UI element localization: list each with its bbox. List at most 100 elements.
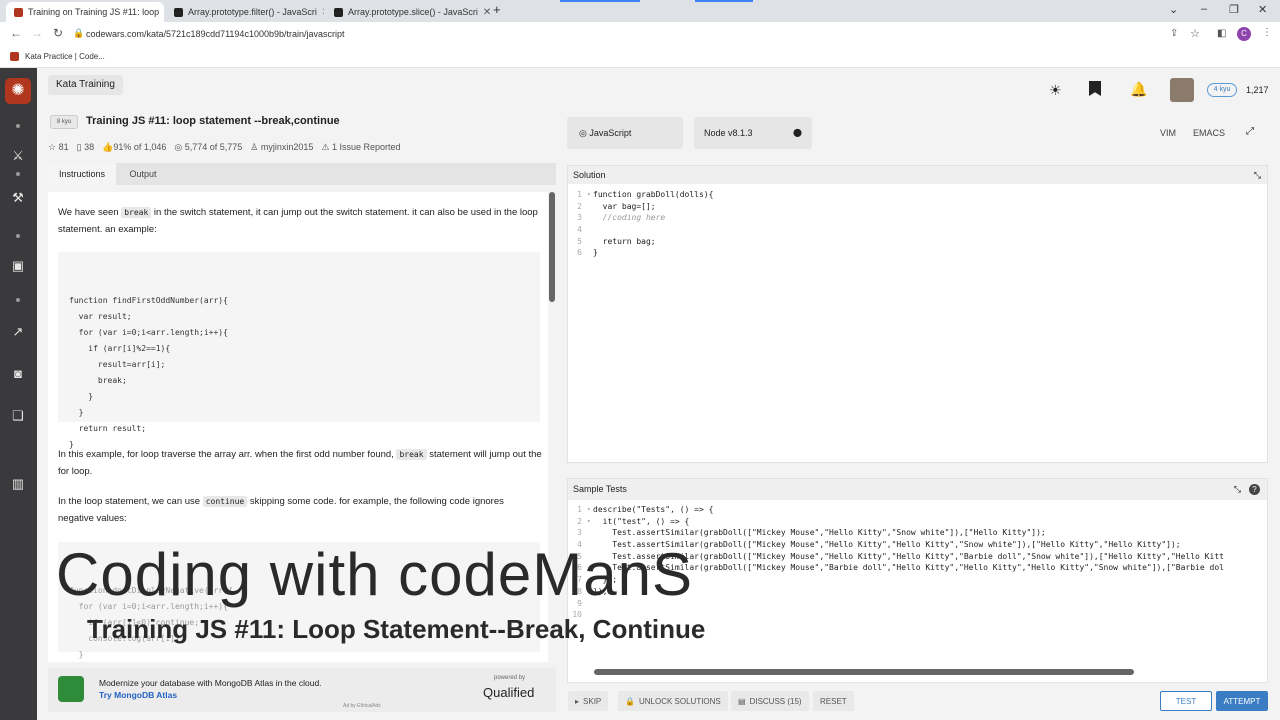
star-icon: ☆ [48, 142, 57, 152]
reset-button[interactable]: RESET [813, 691, 854, 711]
tab-title: Array.prototype.slice() - JavaScri [348, 7, 478, 17]
author-stat[interactable]: ♙ myjinxin2015 [250, 142, 313, 153]
maximize-icon[interactable]: ❐ [1229, 3, 1239, 16]
ad-link[interactable]: Try MongoDB Atlas [99, 690, 177, 700]
loading-indicator [560, 0, 640, 2]
discuss-button[interactable]: ▤ DISCUSS (15) [731, 691, 809, 711]
new-tab-icon[interactable]: + [493, 2, 501, 17]
training-icon[interactable]: ⚔ [9, 148, 27, 164]
back-icon[interactable]: ← [10, 26, 22, 40]
notifications-bell-icon[interactable]: 🔔 [1130, 81, 1147, 98]
lock-icon[interactable]: 🔒 [73, 28, 84, 39]
browser-tab[interactable]: Array.prototype.slice() - JavaScri ✕ [326, 2, 490, 22]
mongodb-logo-icon [58, 676, 84, 702]
discussion-icon[interactable]: ❏ [9, 408, 27, 424]
test-button[interactable]: TEST [1160, 691, 1212, 711]
code-line: 5 return bag; [577, 236, 656, 246]
honor-count: 1,217 [1246, 85, 1269, 95]
qualified-logo[interactable]: Qualified [483, 685, 534, 700]
reload-icon[interactable]: ↻ [53, 26, 63, 40]
tab-output[interactable]: Output [120, 163, 166, 185]
profile-avatar[interactable]: C [1237, 27, 1251, 41]
close-tab-icon[interactable]: ✕ [322, 7, 324, 18]
address-bar: ← → ↻ 🔒 codewars.com/kata/5721c189cdd711… [0, 22, 1280, 46]
share-icon[interactable]: ⇪ [1170, 28, 1178, 39]
instructions-paragraph: In the loop statement, we can use contin… [58, 496, 504, 524]
horizontal-scrollbar[interactable] [594, 669, 1134, 675]
theme-sun-icon[interactable]: ☀ [1049, 82, 1062, 99]
skip-icon: ▸ [575, 696, 580, 706]
discord-icon[interactable]: ◙ [9, 366, 27, 381]
bookmark-star-icon[interactable]: ☆ [1190, 27, 1200, 40]
forward-icon[interactable]: → [31, 26, 43, 40]
language-icon: ◎ [579, 128, 587, 138]
rank-badge: 4 kyu [1207, 83, 1237, 97]
ad-banner: Modernize your database with MongoDB Atl… [48, 668, 556, 712]
emacs-toggle[interactable]: EMACS [1193, 128, 1225, 138]
code-line: 6} [577, 248, 598, 258]
solution-label: Solution [573, 170, 606, 180]
unlock-solutions-button[interactable]: 🔒 UNLOCK SOLUTIONS [618, 691, 728, 711]
ethicalads-label[interactable]: Ad by EthicalAds [343, 703, 381, 709]
solution-code[interactable]: 1 ▾ function grabDoll(dolls){ 2 var bag=[]… [568, 189, 1267, 259]
kata-stats: ☆ 81 ▯ 38 👍91% of 1,046 ◎ 5,774 of 5,775… [48, 142, 401, 153]
vim-toggle[interactable]: VIM [1160, 128, 1176, 138]
practice-icon[interactable]: ⚒ [9, 190, 27, 206]
code-line: 2 ▾ it("test", () => { [577, 516, 690, 526]
user-icon: ♙ [250, 142, 259, 152]
page-section-label: Kata Training [48, 75, 123, 95]
browser-tab[interactable]: Array.prototype.filter() - JavaScri ✕ [166, 2, 324, 22]
code-line: 4 [577, 225, 582, 235]
fullscreen-icon[interactable]: ⤡ [1254, 166, 1261, 184]
docs-icon[interactable]: ▥ [9, 476, 27, 492]
browser-tab-active[interactable]: Training on Training JS #11: loop ✕ [6, 2, 164, 22]
tab-instructions[interactable]: Instructions [48, 163, 116, 185]
separator-dot [16, 298, 20, 302]
fullscreen-icon[interactable]: ⤡ [1234, 479, 1241, 500]
expand-icon[interactable]: ⤢ [1246, 126, 1254, 137]
powered-by-label: powered by [494, 675, 526, 681]
leaderboard-icon[interactable]: ↗ [9, 324, 27, 340]
close-tab-icon[interactable]: ✕ [483, 7, 490, 18]
codewars-favicon-icon [10, 52, 19, 61]
bookmarks-stat[interactable]: ▯ 38 [77, 142, 94, 153]
language-selector[interactable]: ◎ JavaScript [567, 117, 683, 149]
issues-stat[interactable]: ⚠ 1 Issue Reported [321, 142, 400, 153]
overlay-subtitle: Training JS #11: Loop Statement--Break, … [87, 614, 706, 644]
tab-title: Array.prototype.filter() - JavaScri [188, 7, 317, 17]
thumbs-up-icon: 👍 [102, 142, 114, 152]
help-icon[interactable]: ? [1249, 484, 1260, 495]
description-tabs: Instructions Output [48, 163, 556, 185]
url-field[interactable]: codewars.com/kata/5721c189cdd71194c1000b… [86, 29, 345, 39]
version-select[interactable]: Node v8.1.3 ⬤ [694, 117, 812, 149]
stars-stat[interactable]: ☆ 81 [48, 142, 69, 153]
code-line: 1 ▾ function grabDoll(dolls){ [577, 190, 714, 199]
chevron-down-icon: ⬤ [793, 128, 802, 137]
attempt-button[interactable]: ATTEMPT [1216, 691, 1268, 711]
instructions-scrollbar[interactable] [549, 192, 555, 302]
bookmark-item[interactable]: Kata Practice | Code... [25, 52, 105, 61]
user-avatar[interactable] [1170, 78, 1194, 102]
briefcase-icon[interactable]: ▣ [9, 258, 27, 274]
code-line: 2 var bag=[]; [577, 201, 656, 211]
code-line: 1 ▾ describe("Tests", () => { [577, 505, 714, 514]
close-window-icon[interactable]: ✕ [1258, 3, 1267, 16]
minimize-icon[interactable]: – [1201, 3, 1207, 15]
solution-header: Solution ⤡ [568, 166, 1267, 184]
tab-search-icon[interactable]: ⌄ [1169, 3, 1178, 16]
codewars-logo-icon[interactable]: ✺ [5, 78, 31, 104]
ad-text: Modernize your database with MongoDB Atl… [99, 678, 322, 700]
discuss-icon: ▤ [738, 696, 746, 706]
solution-editor[interactable]: Solution ⤡ 1 ▾ function grabDoll(dolls){ 2… [567, 165, 1268, 463]
loading-indicator [695, 0, 753, 2]
separator-dot [16, 172, 20, 176]
completed-stat: ◎ 5,774 of 5,775 [174, 142, 243, 152]
side-panel-icon[interactable]: ◧ [1217, 28, 1226, 39]
instructions-paragraph: We have seen break in the switch stateme… [58, 207, 538, 235]
bookmarks-icon[interactable] [1089, 81, 1101, 96]
menu-kebab-icon[interactable]: ⋮ [1262, 27, 1272, 38]
skip-button[interactable]: ▸ SKIP [568, 691, 609, 711]
target-icon: ◎ [174, 142, 183, 152]
satisfaction-stat: 👍91% of 1,046 [102, 142, 167, 152]
mdn-favicon-icon [174, 7, 183, 17]
